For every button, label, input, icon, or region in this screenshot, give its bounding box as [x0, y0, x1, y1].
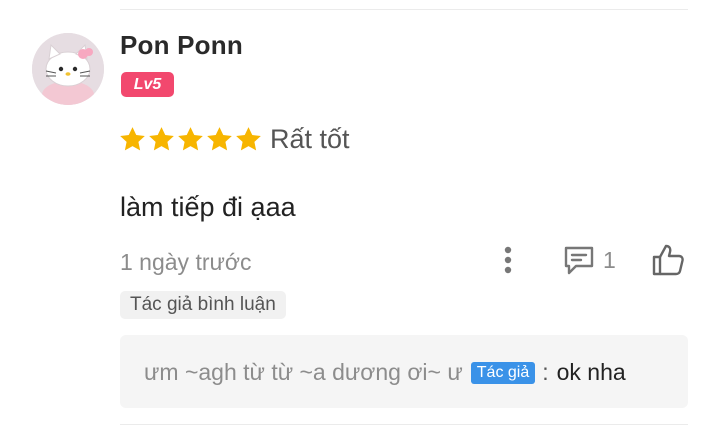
hello-kitty-avatar — [32, 33, 104, 105]
like-button[interactable] — [650, 242, 686, 278]
thumbs-up-icon — [652, 244, 684, 276]
star-icon — [120, 127, 145, 151]
comment-username[interactable]: Pon Ponn — [120, 30, 243, 61]
reply-author-name[interactable]: ưm ~agh từ từ ~a dương ơi~ ư — [144, 359, 463, 386]
reply-box[interactable]: ưm ~agh từ từ ~a dương ơi~ ư Tác giả : o… — [120, 335, 688, 408]
comment-icon — [564, 246, 594, 275]
reply-button[interactable]: 1 — [562, 242, 616, 278]
rating-stars — [118, 125, 263, 154]
author-badge: Tác giả — [470, 361, 536, 384]
comment-text: làm tiếp đi ạaa — [120, 192, 296, 222]
reply-count: 1 — [603, 246, 616, 273]
reply-text: ok nha — [556, 359, 626, 385]
rating-label: Rất tốt — [270, 124, 350, 154]
bottom-divider — [120, 424, 688, 425]
comment-timestamp: 1 ngày trước — [120, 249, 252, 275]
reply-line: ưm ~agh từ từ ~a dương ơi~ ư Tác giả : o… — [144, 359, 626, 386]
star-icon — [207, 127, 232, 151]
author-comment-tag: Tác giả bình luận — [120, 291, 286, 319]
reply-separator: : — [542, 359, 549, 385]
star-icon — [236, 127, 261, 151]
avatar[interactable] — [32, 33, 104, 105]
level-badge: Lv5 — [121, 72, 174, 97]
star-icon — [149, 127, 174, 151]
top-divider — [120, 9, 688, 10]
more-options-button[interactable] — [498, 244, 518, 276]
more-vertical-icon — [504, 246, 512, 274]
star-icon — [178, 127, 203, 151]
